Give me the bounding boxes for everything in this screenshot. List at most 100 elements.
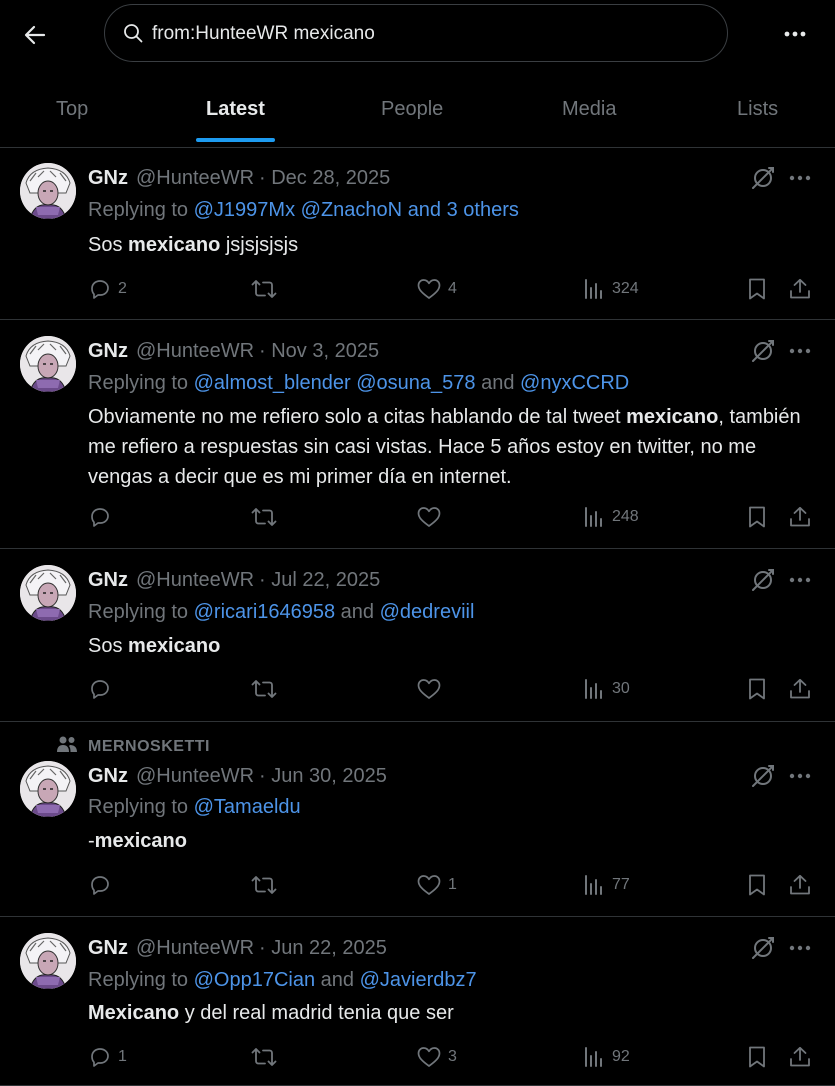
author-handle[interactable]: @HunteeWR	[136, 765, 254, 788]
retweet-icon	[251, 876, 277, 894]
bookmark-button[interactable]	[746, 1044, 768, 1070]
grok-button[interactable]	[750, 567, 776, 593]
tweet-more-button[interactable]	[786, 570, 814, 590]
reply-icon	[91, 680, 109, 699]
like-button[interactable]: 1	[416, 872, 457, 898]
mention-link[interactable]: @ZnachoN	[301, 199, 402, 221]
tab-people[interactable]: People	[381, 98, 443, 121]
highlighted-term: mexicano	[626, 406, 719, 428]
tweet-more-button[interactable]	[786, 938, 814, 958]
author-handle[interactable]: @HunteeWR	[136, 937, 254, 960]
bookmark-icon	[749, 678, 765, 700]
grok-button[interactable]	[750, 763, 776, 789]
author-handle[interactable]: @HunteeWR	[136, 569, 254, 592]
tweet-more-button[interactable]	[786, 341, 814, 361]
avatar[interactable]	[20, 565, 76, 621]
like-button[interactable]	[416, 676, 442, 702]
tweet[interactable]: GNz @HunteeWR · Nov 3, 2025 Replying to @al…	[0, 319, 835, 549]
tweet[interactable]: GNz @HunteeWR · Jul 22, 2025 Replying to @r…	[0, 548, 835, 722]
share-button[interactable]	[788, 276, 812, 302]
mention-link[interactable]: @dedreviil	[380, 601, 475, 623]
reply-button[interactable]: 1	[88, 1044, 127, 1070]
arrow-left-icon	[24, 25, 46, 45]
reply-button[interactable]	[88, 504, 112, 530]
reply-icon	[91, 1048, 109, 1067]
retweet-button[interactable]	[250, 276, 278, 302]
author-name[interactable]: GNz	[88, 937, 128, 960]
back-button[interactable]	[18, 18, 52, 52]
tab-lists[interactable]: Lists	[737, 98, 778, 121]
share-button[interactable]	[788, 504, 812, 530]
tweet-date[interactable]: · Nov 3, 2025	[259, 340, 379, 363]
bookmark-button[interactable]	[746, 676, 768, 702]
search-input[interactable]: from:HunteeWR mexicano	[104, 4, 728, 62]
tweet[interactable]: GNz @HunteeWR · Jun 22, 2025 Replying to @O…	[0, 916, 835, 1086]
tab-latest[interactable]: Latest	[206, 98, 265, 121]
tab-top[interactable]: Top	[56, 98, 88, 121]
mention-link[interactable]: @Javierdbz7	[360, 969, 477, 991]
mention-link[interactable]: @Opp17Cian	[194, 969, 315, 991]
share-button[interactable]	[788, 1044, 812, 1070]
bookmark-button[interactable]	[746, 872, 768, 898]
replying-to-prefix: Replying to	[88, 796, 194, 818]
views-count: 248	[612, 508, 639, 525]
mention-link[interactable]: @ricari1646958	[194, 601, 336, 623]
retweet-icon	[251, 508, 277, 526]
mention-link[interactable]: @nyxCCRD	[520, 372, 629, 394]
mention-link[interactable]: @osuna_578	[356, 372, 475, 394]
mention-link[interactable]: @Tamaeldu	[194, 796, 301, 818]
views-button[interactable]: 30	[582, 676, 630, 702]
grok-button[interactable]	[750, 935, 776, 961]
mention-link[interactable]: and 3 others	[408, 199, 519, 221]
author-handle[interactable]: @HunteeWR	[136, 167, 254, 190]
author-handle[interactable]: @HunteeWR	[136, 340, 254, 363]
like-button[interactable]: 4	[416, 276, 457, 302]
retweet-button[interactable]	[250, 676, 278, 702]
bookmark-button[interactable]	[746, 504, 768, 530]
reply-button[interactable]	[88, 872, 112, 898]
views-button[interactable]: 324	[582, 276, 639, 302]
avatar[interactable]	[20, 336, 76, 392]
reply-button[interactable]: 2	[88, 276, 127, 302]
retweet-button[interactable]	[250, 1044, 278, 1070]
avatar[interactable]	[20, 163, 76, 219]
mention-link[interactable]: @almost_blender	[194, 372, 351, 394]
grok-button[interactable]	[750, 338, 776, 364]
share-button[interactable]	[788, 676, 812, 702]
tab-media[interactable]: Media	[562, 98, 616, 121]
more-options-button[interactable]	[780, 22, 810, 46]
grok-icon	[752, 937, 774, 959]
views-button[interactable]: 248	[582, 504, 639, 530]
grok-button[interactable]	[750, 165, 776, 191]
tweet-date[interactable]: · Jun 22, 2025	[259, 937, 387, 960]
tweet-date[interactable]: · Dec 28, 2025	[259, 167, 390, 190]
avatar[interactable]	[20, 933, 76, 989]
author-name[interactable]: GNz	[88, 569, 128, 592]
tweet-date[interactable]: · Jul 22, 2025	[259, 569, 380, 592]
author-name[interactable]: GNz	[88, 167, 128, 190]
more-icon	[789, 945, 811, 951]
mention-link[interactable]: @J1997Mx	[194, 199, 295, 221]
reply-button[interactable]	[88, 676, 112, 702]
bookmark-button[interactable]	[746, 276, 768, 302]
replying-to-prefix: Replying to	[88, 969, 194, 991]
tweet-date[interactable]: · Jun 30, 2025	[259, 765, 387, 788]
views-button[interactable]: 77	[582, 872, 630, 898]
retweet-button[interactable]	[250, 872, 278, 898]
author-name[interactable]: GNz	[88, 765, 128, 788]
tweet-more-button[interactable]	[786, 168, 814, 188]
search-header: from:HunteeWR mexicano Top Latest People…	[0, 0, 835, 148]
tweet[interactable]: MERNOSKETTI GNz @HunteeWR · Jun 30, 2025 Rep…	[0, 721, 835, 917]
tweet-text: Obviamente no me refiero solo a citas ha…	[88, 402, 808, 492]
tweet-more-button[interactable]	[786, 766, 814, 786]
retweet-button[interactable]	[250, 504, 278, 530]
more-icon	[789, 175, 811, 181]
author-name[interactable]: GNz	[88, 340, 128, 363]
avatar[interactable]	[20, 761, 76, 817]
tweet[interactable]: GNz @HunteeWR · Dec 28, 2025 Replying to @J…	[0, 147, 835, 320]
share-button[interactable]	[788, 872, 812, 898]
replying-to: Replying to @J1997Mx @ZnachoN and 3 othe…	[88, 199, 519, 222]
views-button[interactable]: 92	[582, 1044, 630, 1070]
like-button[interactable]	[416, 504, 442, 530]
like-button[interactable]: 3	[416, 1044, 457, 1070]
